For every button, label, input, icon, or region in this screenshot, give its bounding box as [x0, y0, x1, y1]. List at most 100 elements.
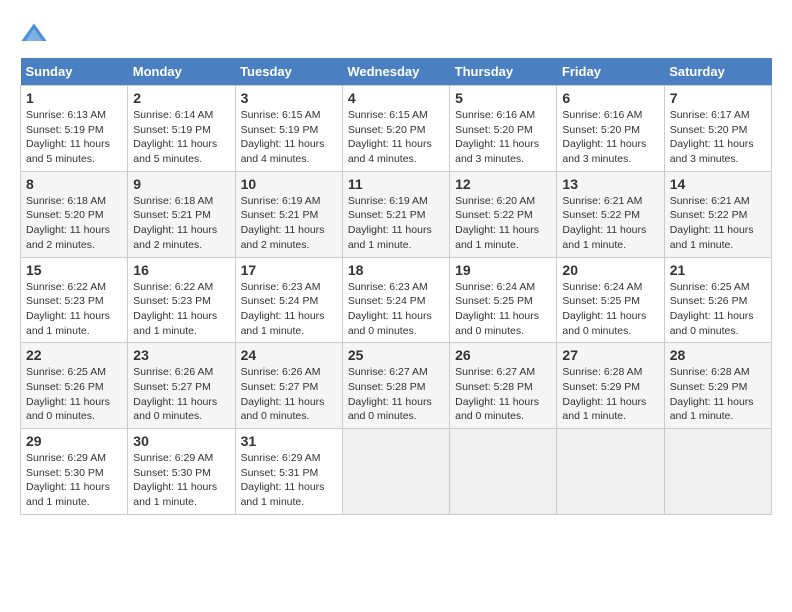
day-info: Sunrise: 6:22 AMSunset: 5:23 PMDaylight:…: [26, 281, 110, 337]
day-number: 6: [562, 90, 658, 106]
day-number: 10: [241, 176, 337, 192]
weekday-header: Tuesday: [235, 58, 342, 86]
calendar-cell: 13 Sunrise: 6:21 AMSunset: 5:22 PMDaylig…: [557, 171, 664, 257]
day-number: 29: [26, 433, 122, 449]
day-info: Sunrise: 6:20 AMSunset: 5:22 PMDaylight:…: [455, 195, 539, 251]
calendar-week-row: 22 Sunrise: 6:25 AMSunset: 5:26 PMDaylig…: [21, 343, 772, 429]
calendar-cell: 21 Sunrise: 6:25 AMSunset: 5:26 PMDaylig…: [664, 257, 771, 343]
day-number: 21: [670, 262, 766, 278]
calendar-cell: 15 Sunrise: 6:22 AMSunset: 5:23 PMDaylig…: [21, 257, 128, 343]
day-info: Sunrise: 6:27 AMSunset: 5:28 PMDaylight:…: [348, 366, 432, 422]
calendar-cell: 24 Sunrise: 6:26 AMSunset: 5:27 PMDaylig…: [235, 343, 342, 429]
calendar-cell: 30 Sunrise: 6:29 AMSunset: 5:30 PMDaylig…: [128, 429, 235, 515]
calendar-cell: 1 Sunrise: 6:13 AMSunset: 5:19 PMDayligh…: [21, 86, 128, 172]
calendar-cell: 11 Sunrise: 6:19 AMSunset: 5:21 PMDaylig…: [342, 171, 449, 257]
day-info: Sunrise: 6:23 AMSunset: 5:24 PMDaylight:…: [241, 281, 325, 337]
calendar-cell: [342, 429, 449, 515]
day-number: 11: [348, 176, 444, 192]
day-number: 23: [133, 347, 229, 363]
day-info: Sunrise: 6:29 AMSunset: 5:30 PMDaylight:…: [133, 452, 217, 508]
day-info: Sunrise: 6:16 AMSunset: 5:20 PMDaylight:…: [562, 109, 646, 165]
calendar-cell: 27 Sunrise: 6:28 AMSunset: 5:29 PMDaylig…: [557, 343, 664, 429]
day-number: 14: [670, 176, 766, 192]
weekday-header: Monday: [128, 58, 235, 86]
day-info: Sunrise: 6:26 AMSunset: 5:27 PMDaylight:…: [133, 366, 217, 422]
day-number: 26: [455, 347, 551, 363]
day-number: 17: [241, 262, 337, 278]
day-number: 15: [26, 262, 122, 278]
day-number: 19: [455, 262, 551, 278]
calendar-cell: 7 Sunrise: 6:17 AMSunset: 5:20 PMDayligh…: [664, 86, 771, 172]
day-info: Sunrise: 6:18 AMSunset: 5:20 PMDaylight:…: [26, 195, 110, 251]
calendar-cell: 12 Sunrise: 6:20 AMSunset: 5:22 PMDaylig…: [450, 171, 557, 257]
day-info: Sunrise: 6:13 AMSunset: 5:19 PMDaylight:…: [26, 109, 110, 165]
day-number: 18: [348, 262, 444, 278]
calendar-cell: 16 Sunrise: 6:22 AMSunset: 5:23 PMDaylig…: [128, 257, 235, 343]
day-number: 9: [133, 176, 229, 192]
day-info: Sunrise: 6:19 AMSunset: 5:21 PMDaylight:…: [348, 195, 432, 251]
day-number: 8: [26, 176, 122, 192]
calendar-cell: [664, 429, 771, 515]
day-number: 5: [455, 90, 551, 106]
day-info: Sunrise: 6:15 AMSunset: 5:20 PMDaylight:…: [348, 109, 432, 165]
day-number: 31: [241, 433, 337, 449]
day-info: Sunrise: 6:15 AMSunset: 5:19 PMDaylight:…: [241, 109, 325, 165]
day-number: 1: [26, 90, 122, 106]
day-info: Sunrise: 6:27 AMSunset: 5:28 PMDaylight:…: [455, 366, 539, 422]
day-number: 13: [562, 176, 658, 192]
day-number: 7: [670, 90, 766, 106]
calendar-cell: 23 Sunrise: 6:26 AMSunset: 5:27 PMDaylig…: [128, 343, 235, 429]
calendar-week-row: 1 Sunrise: 6:13 AMSunset: 5:19 PMDayligh…: [21, 86, 772, 172]
calendar-cell: 28 Sunrise: 6:28 AMSunset: 5:29 PMDaylig…: [664, 343, 771, 429]
calendar-week-row: 15 Sunrise: 6:22 AMSunset: 5:23 PMDaylig…: [21, 257, 772, 343]
day-info: Sunrise: 6:21 AMSunset: 5:22 PMDaylight:…: [562, 195, 646, 251]
calendar-cell: 2 Sunrise: 6:14 AMSunset: 5:19 PMDayligh…: [128, 86, 235, 172]
logo: [20, 20, 50, 48]
day-info: Sunrise: 6:25 AMSunset: 5:26 PMDaylight:…: [26, 366, 110, 422]
weekday-header: Saturday: [664, 58, 771, 86]
day-number: 16: [133, 262, 229, 278]
calendar-cell: 19 Sunrise: 6:24 AMSunset: 5:25 PMDaylig…: [450, 257, 557, 343]
calendar-week-row: 29 Sunrise: 6:29 AMSunset: 5:30 PMDaylig…: [21, 429, 772, 515]
calendar-cell: [450, 429, 557, 515]
calendar-cell: 25 Sunrise: 6:27 AMSunset: 5:28 PMDaylig…: [342, 343, 449, 429]
day-info: Sunrise: 6:14 AMSunset: 5:19 PMDaylight:…: [133, 109, 217, 165]
calendar-week-row: 8 Sunrise: 6:18 AMSunset: 5:20 PMDayligh…: [21, 171, 772, 257]
logo-icon: [20, 20, 48, 48]
calendar-cell: [557, 429, 664, 515]
day-info: Sunrise: 6:23 AMSunset: 5:24 PMDaylight:…: [348, 281, 432, 337]
calendar-cell: 20 Sunrise: 6:24 AMSunset: 5:25 PMDaylig…: [557, 257, 664, 343]
day-number: 20: [562, 262, 658, 278]
day-info: Sunrise: 6:18 AMSunset: 5:21 PMDaylight:…: [133, 195, 217, 251]
calendar-cell: 26 Sunrise: 6:27 AMSunset: 5:28 PMDaylig…: [450, 343, 557, 429]
calendar-cell: 3 Sunrise: 6:15 AMSunset: 5:19 PMDayligh…: [235, 86, 342, 172]
page-header: [20, 20, 772, 48]
day-info: Sunrise: 6:29 AMSunset: 5:31 PMDaylight:…: [241, 452, 325, 508]
day-info: Sunrise: 6:17 AMSunset: 5:20 PMDaylight:…: [670, 109, 754, 165]
day-info: Sunrise: 6:22 AMSunset: 5:23 PMDaylight:…: [133, 281, 217, 337]
day-number: 3: [241, 90, 337, 106]
day-number: 24: [241, 347, 337, 363]
calendar-cell: 9 Sunrise: 6:18 AMSunset: 5:21 PMDayligh…: [128, 171, 235, 257]
day-info: Sunrise: 6:28 AMSunset: 5:29 PMDaylight:…: [670, 366, 754, 422]
day-info: Sunrise: 6:25 AMSunset: 5:26 PMDaylight:…: [670, 281, 754, 337]
calendar-cell: 17 Sunrise: 6:23 AMSunset: 5:24 PMDaylig…: [235, 257, 342, 343]
day-number: 22: [26, 347, 122, 363]
weekday-header: Wednesday: [342, 58, 449, 86]
day-number: 25: [348, 347, 444, 363]
calendar-cell: 14 Sunrise: 6:21 AMSunset: 5:22 PMDaylig…: [664, 171, 771, 257]
weekday-header: Thursday: [450, 58, 557, 86]
day-number: 2: [133, 90, 229, 106]
calendar-cell: 5 Sunrise: 6:16 AMSunset: 5:20 PMDayligh…: [450, 86, 557, 172]
calendar-table: SundayMondayTuesdayWednesdayThursdayFrid…: [20, 58, 772, 515]
calendar-cell: 18 Sunrise: 6:23 AMSunset: 5:24 PMDaylig…: [342, 257, 449, 343]
calendar-cell: 4 Sunrise: 6:15 AMSunset: 5:20 PMDayligh…: [342, 86, 449, 172]
day-number: 27: [562, 347, 658, 363]
day-number: 28: [670, 347, 766, 363]
day-number: 30: [133, 433, 229, 449]
calendar-cell: 22 Sunrise: 6:25 AMSunset: 5:26 PMDaylig…: [21, 343, 128, 429]
calendar-cell: 6 Sunrise: 6:16 AMSunset: 5:20 PMDayligh…: [557, 86, 664, 172]
weekday-header-row: SundayMondayTuesdayWednesdayThursdayFrid…: [21, 58, 772, 86]
day-number: 12: [455, 176, 551, 192]
weekday-header: Friday: [557, 58, 664, 86]
